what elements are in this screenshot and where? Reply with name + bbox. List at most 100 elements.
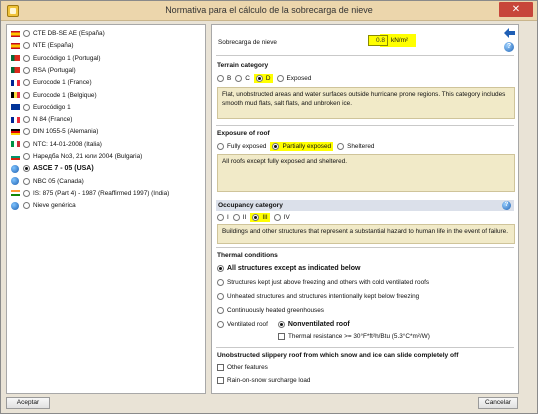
radio-icon[interactable] xyxy=(273,214,281,221)
thermal-option-label: Unheated structures and structures inten… xyxy=(227,293,420,300)
norm-list-item[interactable]: NTE (España) xyxy=(11,40,205,51)
rain-on-snow-check[interactable]: Rain-on-snow surcharge load xyxy=(217,377,310,384)
radio-icon[interactable] xyxy=(23,189,30,197)
radio-icon[interactable] xyxy=(232,214,240,221)
radio-icon[interactable] xyxy=(217,321,224,328)
radio-icon[interactable] xyxy=(217,293,224,300)
exposure-option-partially[interactable]: Partially exposed xyxy=(270,142,334,151)
norm-list-item[interactable]: DIN 1055-5 (Alemania) xyxy=(11,126,205,137)
norm-list-item[interactable]: NTC: 14-01-2008 (Italia) xyxy=(11,139,205,150)
flag-germany xyxy=(11,128,20,135)
radio-icon[interactable] xyxy=(23,165,30,173)
radio-icon[interactable] xyxy=(23,128,30,136)
radio-icon[interactable] xyxy=(276,75,284,82)
globe-icon xyxy=(11,177,19,186)
close-button[interactable]: ✕ xyxy=(499,2,533,17)
roof-option-nonventilated[interactable]: Nonventilated roof xyxy=(277,321,350,328)
radio-icon[interactable] xyxy=(235,75,243,82)
roof-option-ventilated[interactable]: Ventilated roof xyxy=(217,321,268,328)
checkbox-icon[interactable] xyxy=(217,377,224,384)
terrain-option-c[interactable]: C xyxy=(235,75,250,82)
terrain-option-label: Exposed xyxy=(286,75,312,82)
radio-icon[interactable] xyxy=(23,30,30,37)
occupancy-option-label: II xyxy=(242,214,247,221)
flag-france xyxy=(11,79,20,86)
roof-ventilation-options: Ventilated roof Nonventilated roof xyxy=(217,321,354,328)
radio-icon[interactable] xyxy=(217,279,224,286)
radio-icon[interactable] xyxy=(217,214,224,221)
radio-icon[interactable] xyxy=(23,79,30,87)
norm-list-item[interactable]: NBC 05 (Canada) xyxy=(11,176,205,187)
norm-list-item[interactable]: Eurocode 1 (Belgique) xyxy=(11,90,205,101)
norm-label: Eurocódigo 1 (Portugal) xyxy=(33,54,101,62)
thermal-option-greenhouses[interactable]: Continuously heated greenhouses xyxy=(217,307,324,314)
help-icon[interactable]: ? xyxy=(504,42,514,52)
radio-icon[interactable] xyxy=(252,214,260,221)
occupancy-option-iii[interactable]: III xyxy=(250,213,270,222)
exposure-option-sheltered[interactable]: Sheltered xyxy=(337,143,374,150)
thermal-resistance-label: Thermal resistance >= 30°F*ft²h/Btu (5.3… xyxy=(288,333,430,340)
checkbox-icon[interactable] xyxy=(278,333,285,340)
radio-icon[interactable] xyxy=(23,103,30,111)
radio-icon[interactable] xyxy=(23,202,30,210)
radio-icon[interactable] xyxy=(217,143,224,150)
roof-option-label: Ventilated roof xyxy=(227,321,268,328)
norm-list-item[interactable]: N 84 (France) xyxy=(11,114,205,125)
flag-portugal xyxy=(11,55,20,62)
radio-icon[interactable] xyxy=(217,75,224,82)
other-features-check[interactable]: Other features xyxy=(217,364,268,371)
radio-icon[interactable] xyxy=(272,143,280,150)
radio-icon[interactable] xyxy=(23,66,30,74)
radio-icon[interactable] xyxy=(23,177,30,185)
cancel-button[interactable]: Cancelar xyxy=(478,397,518,409)
thermal-option-label: Structures kept just above freezing and … xyxy=(227,279,430,286)
terrain-option-d[interactable]: D xyxy=(253,74,273,83)
snow-load-unit-text: kN/m² xyxy=(391,37,409,44)
norm-label: DIN 1055-5 (Alemania) xyxy=(33,128,99,136)
radio-icon[interactable] xyxy=(23,54,30,62)
norm-list-item[interactable]: Eurocódigo 1 (Portugal) xyxy=(11,53,205,64)
arrow-left-icon[interactable] xyxy=(504,28,515,38)
norm-list-item[interactable]: CTE DB-SE AE (España) xyxy=(11,28,205,39)
occupancy-title: Occupancy category xyxy=(218,202,283,209)
occupancy-option-i[interactable]: I xyxy=(217,214,229,221)
radio-icon[interactable] xyxy=(23,116,30,124)
exposure-option-fully[interactable]: Fully exposed xyxy=(217,143,266,150)
thermal-option-cold-ventilated[interactable]: Structures kept just above freezing and … xyxy=(217,279,429,286)
norm-label: Eurocode 1 (France) xyxy=(33,79,92,87)
thermal-option-unheated[interactable]: Unheated structures and structures inten… xyxy=(217,293,419,300)
norm-list-item[interactable]: ASCE 7 - 05 (USA) xyxy=(11,163,205,174)
radio-icon[interactable] xyxy=(23,42,30,50)
radio-icon[interactable] xyxy=(23,153,30,160)
norm-list-item[interactable]: RSA (Portugal) xyxy=(11,65,205,76)
radio-icon[interactable] xyxy=(23,140,30,148)
snow-load-input[interactable]: 0.8 xyxy=(368,35,388,46)
side-toolbar: ? xyxy=(501,26,517,66)
norm-label: ASCE 7 - 05 (USA) xyxy=(33,165,94,173)
radio-icon[interactable] xyxy=(217,265,224,272)
thermal-resistance-check[interactable]: Thermal resistance >= 30°F*ft²h/Btu (5.3… xyxy=(278,333,430,340)
terrain-option-b[interactable]: B xyxy=(217,75,231,82)
radio-icon[interactable] xyxy=(23,91,30,99)
checkbox-icon[interactable] xyxy=(217,364,224,371)
accept-button[interactable]: Aceptar xyxy=(6,397,50,409)
occupancy-option-iv[interactable]: IV xyxy=(273,214,290,221)
thermal-option-all[interactable]: All structures except as indicated below xyxy=(217,265,360,272)
norm-list-item[interactable]: Nieve genérica xyxy=(11,200,205,211)
norm-list-item[interactable]: Наредба No3, 21 юли 2004 (Bulgaria) xyxy=(11,151,205,162)
terrain-option-exposed[interactable]: Exposed xyxy=(276,75,312,82)
norm-label: IS: 875 (Part 4) - 1987 (Reaffirmed 1997… xyxy=(33,189,170,197)
title-bar: Normativa para el cálculo de la sobrecar… xyxy=(1,1,537,21)
radio-icon[interactable] xyxy=(337,143,345,150)
occupancy-option-ii[interactable]: II xyxy=(232,214,247,221)
radio-icon[interactable] xyxy=(255,75,263,82)
exposure-options: Fully exposed Partially exposed Sheltere… xyxy=(217,142,378,151)
radio-icon[interactable] xyxy=(217,307,224,314)
norm-list-item[interactable]: IS: 875 (Part 4) - 1987 (Reaffirmed 1997… xyxy=(11,188,205,199)
occupancy-help-icon[interactable]: ? xyxy=(502,201,511,210)
norm-list-item[interactable]: Eurocode 1 (France) xyxy=(11,77,205,88)
radio-icon[interactable] xyxy=(277,321,285,328)
norm-label: NTC: 14-01-2008 (Italia) xyxy=(33,140,102,148)
snow-load-label: Sobrecarga de nieve xyxy=(218,39,277,46)
norm-list-item[interactable]: Eurocódigo 1 xyxy=(11,102,205,113)
